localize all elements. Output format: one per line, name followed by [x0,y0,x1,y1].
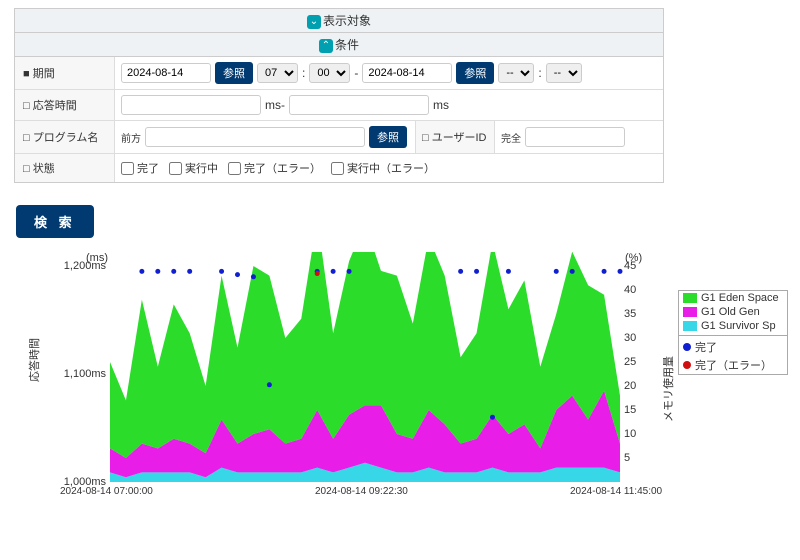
legend-done: 完了 [695,339,717,355]
legend-eden: G1 Eden Space [701,292,779,304]
response-to-input[interactable] [289,95,429,115]
min-from-select[interactable]: 00 [309,63,350,83]
ytick-left: 1,100ms [56,368,106,380]
legend-old: G1 Old Gen [701,306,760,318]
ms-suffix: ms [433,98,449,112]
userid-prefix: 完全 [501,130,521,145]
status-running-check[interactable]: 実行中 [169,160,218,176]
ytick-right: 5 [624,452,630,464]
right-axis-label: メモリ使用量 [660,356,676,422]
status-done-err-check[interactable]: 完了（エラー） [228,160,321,176]
ytick-right: 45 [624,260,636,272]
hour-from-select[interactable]: 07 [257,63,298,83]
response-from-input[interactable] [121,95,261,115]
ms-sep: ms- [265,98,285,112]
ytick-right: 35 [624,308,636,320]
search-button[interactable]: 検 索 [16,205,94,238]
chevron-down-icon: ⌄ [307,15,321,29]
chart-area: (ms) (%) 応答時間 メモリ使用量 G1 Eden Space G1 Ol… [10,252,790,522]
filter-panel: ⌄表示対象 ⌃条件 ■ 期間 参照 07: 00 - 参照 --: -- □ 応… [14,8,664,183]
min-to-select[interactable]: -- [546,63,582,83]
xtick: 2024-08-14 11:45:00 [570,486,662,497]
ytick-right: 15 [624,404,636,416]
response-label: □ 応答時間 [15,90,115,120]
legend-swatch-old [683,307,697,317]
program-prefix: 前方 [121,130,141,145]
chart-svg [10,252,650,512]
ref-button-to[interactable]: 参照 [456,62,494,84]
legend-dot-err [683,361,691,369]
ytick-right: 30 [624,332,636,344]
ref-button-from[interactable]: 参照 [215,62,253,84]
chevron-up-icon: ⌃ [319,39,333,53]
date-from-input[interactable] [121,63,211,83]
program-ref-button[interactable]: 参照 [369,126,407,148]
userid-input[interactable] [525,127,625,147]
ytick-right: 10 [624,428,636,440]
ytick-right: 20 [624,380,636,392]
section-display-target[interactable]: ⌄表示対象 [15,9,663,33]
program-input[interactable] [145,127,365,147]
status-running-err-check[interactable]: 実行中（エラー） [331,160,435,176]
legend-done-err: 完了（エラー） [695,357,772,373]
legend-swatch-eden [683,293,697,303]
section-conditions-label: 条件 [335,38,359,52]
userid-label: □ ユーザーID [415,121,495,153]
section-display-target-label: 表示対象 [323,14,371,28]
legend: G1 Eden Space G1 Old Gen G1 Survivor Sp … [678,290,788,375]
ytick-right: 40 [624,284,636,296]
section-conditions[interactable]: ⌃条件 [15,33,663,57]
legend-surv: G1 Survivor Sp [701,320,776,332]
status-done-check[interactable]: 完了 [121,160,159,176]
date-to-input[interactable] [362,63,452,83]
ytick-right: 25 [624,356,636,368]
period-label: ■ 期間 [15,57,115,89]
legend-dot-done [683,343,691,351]
hour-to-select[interactable]: -- [498,63,534,83]
xtick: 2024-08-14 07:00:00 [60,486,153,497]
xtick: 2024-08-14 09:22:30 [315,486,408,497]
legend-swatch-surv [683,321,697,331]
status-label: □ 状態 [15,154,115,182]
program-label: □ プログラム名 [15,121,115,153]
ytick-left: 1,200ms [56,260,106,272]
